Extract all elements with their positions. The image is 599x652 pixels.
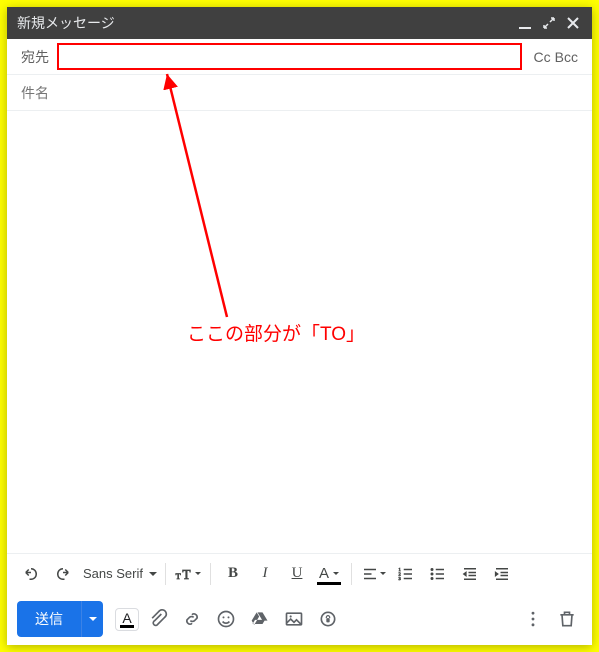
divider [210,563,211,585]
cc-button[interactable]: Cc [534,49,551,65]
subject-row [7,75,592,111]
underline-button[interactable]: U [283,559,311,589]
insert-photo-icon[interactable] [279,604,309,634]
send-options-button[interactable] [81,601,103,637]
message-body[interactable] [7,111,592,553]
numbered-list-button[interactable]: 123 [392,559,420,589]
close-icon[interactable] [564,7,582,39]
more-options-icon[interactable] [518,604,548,634]
text-color-button[interactable]: A [315,559,343,589]
subject-input[interactable] [21,85,578,101]
font-family-label: Sans Serif [83,566,143,581]
insert-emoji-icon[interactable] [211,604,241,634]
insert-link-icon[interactable] [177,604,207,634]
bcc-button[interactable]: Bcc [555,49,578,65]
send-button[interactable]: 送信 [17,601,81,637]
attach-file-icon[interactable] [143,604,173,634]
redo-icon[interactable] [49,559,77,589]
confidential-mode-icon[interactable] [313,604,343,634]
divider [165,563,166,585]
svg-text:T: T [176,572,181,581]
font-size-icon[interactable]: TT [174,559,202,589]
recipients-row: 宛先 Cc Bcc [7,39,592,75]
font-family-select[interactable]: Sans Serif [79,566,159,581]
discard-draft-icon[interactable] [552,604,582,634]
formatting-options-button[interactable]: A [115,608,139,631]
to-input[interactable] [57,43,522,70]
bold-button[interactable]: B [219,559,247,589]
align-button[interactable] [360,559,388,589]
send-row: 送信 A [7,593,592,645]
italic-button[interactable]: I [251,559,279,589]
window-title: 新規メッセージ [17,13,115,33]
send-label: 送信 [35,609,63,629]
compose-window: 新規メッセージ 宛先 Cc Bcc Sans Serif TT [7,7,592,645]
indent-more-button[interactable] [488,559,516,589]
divider [351,563,352,585]
svg-text:T: T [183,567,191,582]
send-button-group: 送信 [17,601,103,637]
minimize-icon[interactable] [516,7,534,39]
drive-icon[interactable] [245,604,275,634]
svg-text:3: 3 [398,576,401,581]
restore-icon[interactable] [540,7,558,39]
bulleted-list-button[interactable] [424,559,452,589]
to-label: 宛先 [21,47,49,67]
formatting-toolbar: Sans Serif TT B I U A 123 [7,553,592,593]
titlebar: 新規メッセージ [7,7,592,39]
indent-less-button[interactable] [456,559,484,589]
undo-icon[interactable] [17,559,45,589]
